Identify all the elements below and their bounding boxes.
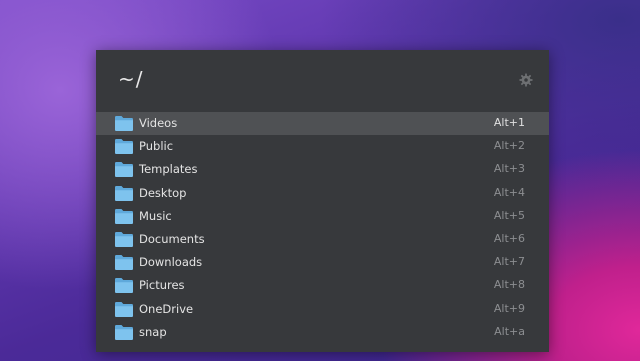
item-name: Desktop bbox=[139, 185, 187, 200]
folder-icon bbox=[115, 139, 133, 155]
item-shortcut: Alt+4 bbox=[493, 185, 525, 199]
folder-icon bbox=[115, 185, 133, 201]
item-name: Documents bbox=[139, 231, 205, 246]
item-shortcut: Alt+3 bbox=[493, 162, 525, 176]
search-input[interactable]: ~/ bbox=[118, 67, 144, 91]
item-shortcut: Alt+a bbox=[494, 324, 525, 338]
item-name: Templates bbox=[139, 162, 198, 177]
list-item[interactable]: snap Alt+a bbox=[96, 321, 549, 344]
folder-icon bbox=[115, 278, 133, 294]
folder-icon bbox=[115, 208, 133, 224]
item-shortcut: Alt+2 bbox=[493, 139, 525, 153]
list-item[interactable]: Desktop Alt+4 bbox=[96, 182, 549, 205]
item-shortcut: Alt+9 bbox=[493, 301, 525, 315]
list-item[interactable]: Templates Alt+3 bbox=[96, 158, 549, 181]
list-item[interactable]: Public Alt+2 bbox=[96, 135, 549, 158]
folder-icon bbox=[115, 255, 133, 271]
folder-icon bbox=[115, 301, 133, 317]
search-bar[interactable]: ~/ bbox=[96, 50, 549, 110]
list-item[interactable]: Documents Alt+6 bbox=[96, 228, 549, 251]
item-shortcut: Alt+1 bbox=[493, 116, 525, 129]
item-name: OneDrive bbox=[139, 301, 194, 316]
list-item[interactable]: Pictures Alt+8 bbox=[96, 274, 549, 297]
item-shortcut: Alt+7 bbox=[493, 255, 525, 269]
gear-icon[interactable] bbox=[519, 73, 533, 87]
item-shortcut: Alt+8 bbox=[493, 278, 525, 292]
list-item[interactable]: OneDrive Alt+9 bbox=[96, 298, 549, 321]
item-name: Music bbox=[139, 208, 172, 223]
folder-icon bbox=[115, 324, 133, 340]
results-list: Videos Alt+1 Public Alt+2 Templates Alt+… bbox=[96, 112, 549, 344]
item-name: Downloads bbox=[139, 255, 203, 270]
item-shortcut: Alt+6 bbox=[493, 231, 525, 245]
list-item[interactable]: Downloads Alt+7 bbox=[96, 251, 549, 274]
item-shortcut: Alt+5 bbox=[493, 208, 525, 222]
item-name: Pictures bbox=[139, 278, 185, 293]
item-name: Public bbox=[139, 139, 174, 154]
folder-icon bbox=[115, 162, 133, 178]
launcher-window: ~/ Videos Alt+1 Public Alt+2 Templates A… bbox=[96, 50, 549, 352]
folder-icon bbox=[115, 116, 133, 131]
list-item[interactable]: Music Alt+5 bbox=[96, 205, 549, 228]
list-item[interactable]: Videos Alt+1 bbox=[96, 112, 549, 136]
folder-icon bbox=[115, 231, 133, 247]
item-name: Videos bbox=[139, 116, 178, 130]
item-name: snap bbox=[139, 324, 167, 339]
